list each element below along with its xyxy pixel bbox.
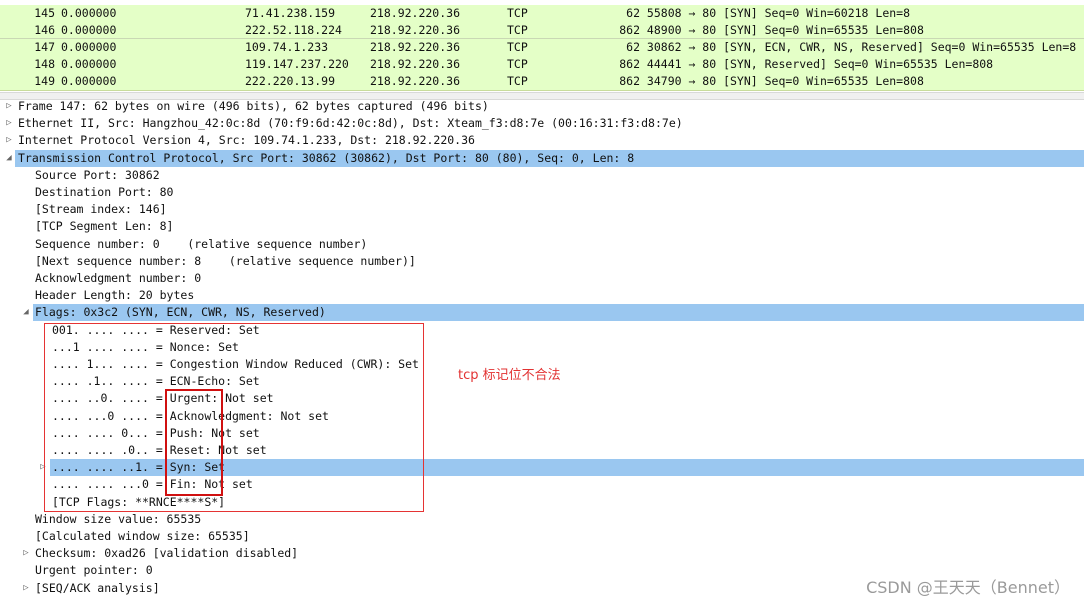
packet-destination: 218.92.220.36 [370, 40, 461, 54]
packet-row[interactable]: 148 0.000000 119.147.237.220 218.92.220.36 T… [0, 56, 1084, 74]
packet-protocol: TCP [507, 40, 528, 54]
annotation-note: tcp 标记位不合法 [458, 368, 561, 383]
packet-number: 149 [34, 74, 55, 88]
packet-protocol: TCP [507, 23, 528, 37]
packet-number: 148 [34, 57, 55, 71]
packet-info: 48900 → 80 [SYN] Seq=0 Win=65535 Len=808 [640, 23, 924, 37]
detail-text: Transmission Control Protocol, Src Port:… [18, 150, 635, 165]
detail-text: Sequence number: 0 (relative sequence nu… [35, 236, 368, 251]
packet-info-cell: 862 44441 → 80 [SYN, Reserved] Seq=0 Win… [528, 56, 1084, 73]
packet-protocol: TCP [507, 6, 528, 20]
detail-text: [Calculated window size: 65535] [35, 529, 250, 543]
detail-text: [TCP Segment Len: 8] [35, 219, 174, 234]
packet-time: 0.000000 [61, 6, 117, 20]
detail-row[interactable]: [Next sequence number: 8 (relative seque… [0, 253, 1084, 270]
packet-destination: 218.92.220.36 [370, 6, 461, 20]
packet-length: 862 [619, 57, 640, 71]
collapse-arrow-icon[interactable]: ◢ [4, 150, 14, 167]
packet-destination: 218.92.220.36 [370, 23, 461, 37]
packet-row[interactable]: 147 0.000000 109.74.1.233 218.92.220.36 TCP 6… [0, 38, 1084, 58]
packet-info: 30862 → 80 [SYN, ECN, CWR, NS, Reserved]… [640, 40, 1077, 54]
detail-text: Ethernet II, Src: Hangzhou_42:0c:8d (70:… [18, 116, 683, 131]
detail-row[interactable]: ▷ Internet Protocol Version 4, Src: 109.7… [0, 132, 1084, 149]
packet-info-cell: 862 48900 → 80 [SYN] Seq=0 Win=65535 Len… [528, 22, 1084, 39]
packet-row[interactable]: 146 0.000000 222.52.118.224 218.92.220.36 TC… [0, 22, 1084, 40]
detail-row[interactable]: ◢ Transmission Control Protocol, Src Port… [6, 149, 1084, 167]
detail-row[interactable]: ▷ Frame 147: 62 bytes on wire (496 bits),… [0, 98, 1084, 115]
detail-row[interactable]: Header Length: 20 bytes [0, 287, 1084, 304]
packet-length: 62 [626, 40, 640, 54]
detail-row[interactable]: [Stream index: 146] [0, 201, 1084, 218]
packet-number: 147 [34, 40, 55, 54]
packet-protocol: TCP [507, 57, 528, 71]
packet-protocol: TCP [507, 74, 528, 88]
detail-text: Flags: 0x3c2 (SYN, ECN, CWR, NS, Reserve… [35, 305, 326, 320]
expand-arrow-icon[interactable]: ▷ [21, 545, 31, 562]
detail-text: Header Length: 20 bytes [35, 288, 195, 303]
packet-info-cell: 62 55808 → 80 [SYN] Seq=0 Win=60218 Len=… [528, 5, 1084, 22]
detail-text: Urgent pointer: 0 [35, 563, 153, 578]
detail-text: Acknowledgment number: 0 [35, 271, 202, 285]
packet-list: 145 0.000000 71.41.238.159 218.92.220.36 TCP… [0, 0, 1084, 92]
detail-text: [Stream index: 146] [35, 202, 167, 217]
detail-row[interactable]: [Calculated window size: 65535] [0, 528, 1084, 545]
detail-row[interactable]: Source Port: 30862 [0, 167, 1084, 184]
detail-text: Frame 147: 62 bytes on wire (496 bits), … [18, 99, 489, 113]
flag-names-annotation-box [165, 389, 223, 496]
detail-row[interactable]: [TCP Segment Len: 8] [0, 218, 1084, 235]
packet-number: 145 [34, 6, 55, 20]
packet-row[interactable]: 149 0.000000 222.220.13.99 218.92.220.36 TCP… [0, 73, 1084, 91]
detail-text: Checksum: 0xad26 [validation disabled] [35, 546, 299, 561]
detail-row[interactable]: Destination Port: 80 [0, 184, 1084, 201]
packet-source: 119.147.237.220 [245, 57, 349, 71]
packet-time: 0.000000 [61, 23, 117, 37]
collapse-arrow-icon[interactable]: ◢ [21, 304, 31, 321]
packet-info-cell: 62 30862 → 80 [SYN, ECN, CWR, NS, Reserv… [528, 39, 1084, 56]
packet-info: 44441 → 80 [SYN, Reserved] Seq=0 Win=655… [640, 57, 994, 71]
packet-info: 55808 → 80 [SYN] Seq=0 Win=60218 Len=8 [640, 6, 911, 20]
detail-text: [Next sequence number: 8 (relative seque… [35, 253, 416, 268]
expand-arrow-icon[interactable]: ▷ [4, 132, 14, 149]
detail-row[interactable]: ▷ Checksum: 0xad26 [validation disabled] [0, 545, 1084, 562]
packet-destination: 218.92.220.36 [370, 57, 461, 71]
packet-length: 862 [619, 23, 640, 37]
detail-text: Window size value: 65535 [35, 511, 202, 526]
packet-time: 0.000000 [61, 74, 117, 88]
detail-text: [SEQ/ACK analysis] [35, 580, 160, 595]
packet-source: 71.41.238.159 [245, 6, 336, 20]
detail-row[interactable]: ◢ Flags: 0x3c2 (SYN, ECN, CWR, NS, Reserv… [23, 304, 1084, 322]
detail-text: Source Port: 30862 [35, 167, 160, 182]
packet-row[interactable]: 145 0.000000 71.41.238.159 218.92.220.36 TCP… [0, 5, 1084, 23]
flags-annotation-box [44, 323, 424, 512]
detail-text: Internet Protocol Version 4, Src: 109.74… [18, 133, 475, 148]
expand-arrow-icon[interactable]: ▷ [4, 98, 14, 115]
packet-length: 862 [619, 74, 640, 88]
packet-info-cell: 862 34790 → 80 [SYN] Seq=0 Win=65535 Len… [528, 73, 1084, 90]
watermark: CSDN @王天天（Bennet） [866, 578, 1070, 597]
detail-text: Destination Port: 80 [35, 185, 174, 199]
packet-number: 146 [34, 23, 55, 37]
detail-row[interactable]: ▷ Ethernet II, Src: Hangzhou_42:0c:8d (70… [0, 115, 1084, 132]
packet-source: 109.74.1.233 [245, 40, 329, 54]
detail-row[interactable]: Window size value: 65535 [0, 511, 1084, 528]
packet-source: 222.220.13.99 [245, 74, 336, 88]
packet-time: 0.000000 [61, 40, 117, 54]
expand-arrow-icon[interactable]: ▷ [4, 115, 14, 132]
packet-destination: 218.92.220.36 [370, 74, 461, 88]
packet-info: 34790 → 80 [SYN] Seq=0 Win=65535 Len=808 [640, 74, 924, 88]
packet-source: 222.52.118.224 [245, 23, 342, 37]
detail-row[interactable]: Acknowledgment number: 0 [0, 270, 1084, 287]
packet-length: 62 [626, 6, 640, 20]
packet-time: 0.000000 [61, 57, 117, 71]
detail-row[interactable]: Sequence number: 0 (relative sequence nu… [0, 236, 1084, 253]
expand-arrow-icon[interactable]: ▷ [21, 580, 31, 597]
